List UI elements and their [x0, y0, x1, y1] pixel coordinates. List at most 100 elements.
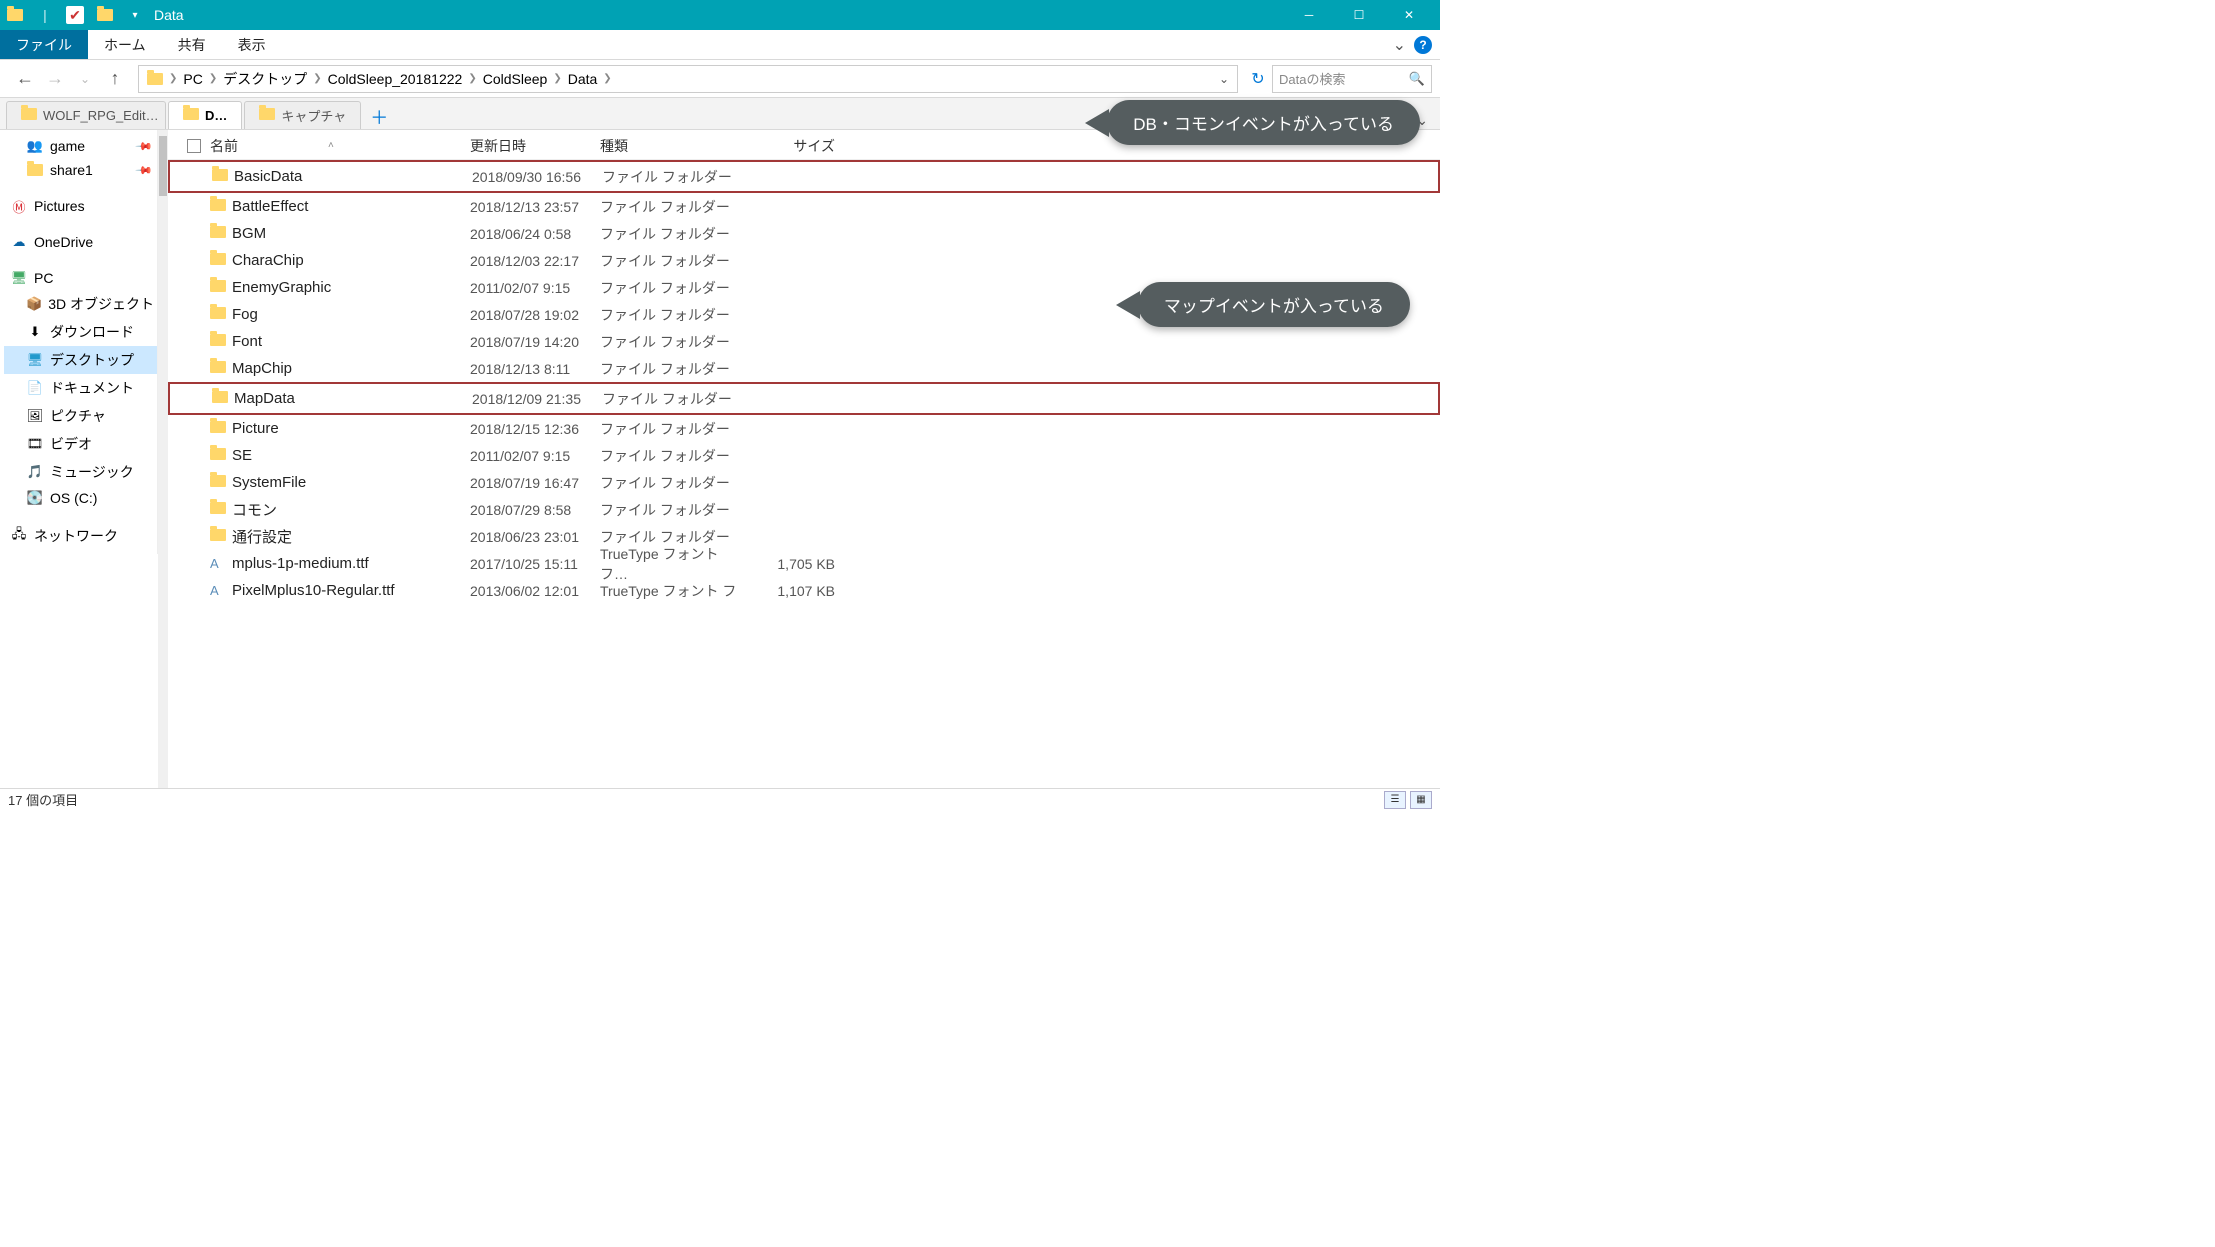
- breadcrumb-item[interactable]: Data: [564, 71, 602, 87]
- column-size[interactable]: サイズ: [750, 136, 845, 156]
- file-name: PixelMplus10-Regular.ttf: [232, 582, 470, 599]
- breadcrumb[interactable]: ❯ PC ❯ デスクトップ ❯ ColdSleep_20181222 ❯ Col…: [138, 65, 1238, 93]
- file-row[interactable]: CharaChip2018/12/03 22:17ファイル フォルダー: [168, 247, 1440, 274]
- maximize-button[interactable]: ☐: [1334, 0, 1384, 30]
- nav-label: ピクチャ: [50, 406, 106, 426]
- nav-item-pictures-lib[interactable]: 🖼 ピクチャ: [4, 402, 157, 430]
- item-count: 17 個の項目: [8, 790, 78, 809]
- font-file-icon: A: [210, 556, 232, 571]
- annotation-callout: マップイベントが入っている: [1138, 282, 1410, 327]
- chevron-right-icon[interactable]: ❯: [311, 73, 323, 84]
- qat-dropdown-icon[interactable]: ▾: [126, 6, 144, 24]
- file-row[interactable]: Amplus-1p-medium.ttf2017/10/25 15:11True…: [168, 550, 1440, 577]
- address-bar: ← → ⌄ ↑ ❯ PC ❯ デスクトップ ❯ ColdSleep_201812…: [0, 60, 1440, 98]
- file-date: 2018/07/19 16:47: [470, 475, 600, 491]
- nav-item-videos[interactable]: 🎞ビデオ: [4, 430, 157, 458]
- minimize-button[interactable]: ─: [1284, 0, 1334, 30]
- pin-icon[interactable]: 📌: [135, 161, 154, 180]
- tab-label: D…: [205, 108, 227, 123]
- file-row[interactable]: SE2011/02/07 9:15ファイル フォルダー: [168, 442, 1440, 469]
- breadcrumb-item[interactable]: ColdSleep: [479, 71, 552, 87]
- file-date: 2018/07/19 14:20: [470, 334, 600, 350]
- tab-home[interactable]: ホーム: [88, 30, 162, 59]
- chevron-right-icon[interactable]: ❯: [466, 73, 478, 84]
- nav-item-onedrive[interactable]: ☁OneDrive: [4, 230, 157, 254]
- refresh-button[interactable]: ↻: [1244, 65, 1272, 93]
- download-icon: ⬇: [26, 324, 44, 340]
- file-row[interactable]: MapData2018/12/09 21:35ファイル フォルダー: [170, 385, 1438, 412]
- up-button[interactable]: ↑: [104, 68, 126, 89]
- file-name: Font: [232, 333, 470, 350]
- pin-icon[interactable]: 📌: [135, 137, 154, 156]
- tab-file[interactable]: ファイル: [0, 30, 88, 59]
- nav-item-network[interactable]: 🖧ネットワーク: [4, 522, 157, 550]
- nav-item-pictures[interactable]: ⓂPictures: [4, 194, 157, 218]
- file-row[interactable]: MapChip2018/12/13 8:11ファイル フォルダー: [168, 355, 1440, 382]
- nav-item-downloads[interactable]: ⬇ダウンロード: [4, 318, 157, 346]
- breadcrumb-item[interactable]: デスクトップ: [219, 69, 311, 89]
- folder-icon: [210, 501, 232, 518]
- column-name[interactable]: 名前˄: [210, 136, 470, 156]
- breadcrumb-item[interactable]: PC: [179, 71, 206, 87]
- search-input[interactable]: Dataの検索 🔍: [1272, 65, 1432, 93]
- close-button[interactable]: ✕: [1384, 0, 1434, 30]
- recent-dropdown-icon[interactable]: ⌄: [74, 72, 96, 86]
- nav-item-3dobjects[interactable]: 📦3D オブジェクト: [4, 290, 157, 318]
- column-date[interactable]: 更新日時: [470, 136, 600, 156]
- details-view-button[interactable]: ☰: [1384, 791, 1406, 809]
- document-tab[interactable]: D…: [168, 101, 242, 129]
- nav-item-game[interactable]: 👥game📌: [4, 134, 157, 158]
- column-type[interactable]: 種類: [600, 136, 750, 156]
- file-row[interactable]: BasicData2018/09/30 16:56ファイル フォルダー: [170, 163, 1438, 190]
- breadcrumb-item[interactable]: ColdSleep_20181222: [324, 71, 467, 87]
- file-row[interactable]: 通行設定2018/06/23 23:01ファイル フォルダー: [168, 523, 1440, 550]
- pictures-icon: 🖼: [26, 408, 44, 424]
- nav-item-share1[interactable]: share1📌: [4, 158, 157, 182]
- file-row[interactable]: Font2018/07/19 14:20ファイル フォルダー: [168, 328, 1440, 355]
- file-row[interactable]: SystemFile2018/07/19 16:47ファイル フォルダー: [168, 469, 1440, 496]
- file-date: 2018/12/09 21:35: [472, 391, 602, 407]
- ribbon-collapse-icon[interactable]: ⌄: [1393, 35, 1406, 55]
- nav-item-os-drive[interactable]: 💽OS (C:): [4, 486, 157, 510]
- file-date: 2018/12/03 22:17: [470, 253, 600, 269]
- folder-icon: [210, 252, 232, 269]
- nav-arrows: ← → ⌄ ↑: [8, 68, 132, 89]
- tab-share[interactable]: 共有: [162, 30, 222, 59]
- chevron-right-icon[interactable]: ❯: [167, 73, 179, 84]
- address-dropdown-icon[interactable]: ⌄: [1219, 72, 1229, 86]
- file-row[interactable]: コモン2018/07/29 8:58ファイル フォルダー: [168, 496, 1440, 523]
- file-date: 2018/09/30 16:56: [472, 169, 602, 185]
- scrollbar-thumb[interactable]: [159, 136, 167, 196]
- select-all-checkbox[interactable]: [178, 139, 210, 153]
- file-name: 通行設定: [232, 526, 470, 547]
- nav-item-music[interactable]: 🎵ミュージック: [4, 458, 157, 486]
- file-name: BattleEffect: [232, 198, 470, 215]
- folder-context-icon[interactable]: [96, 6, 114, 24]
- chevron-right-icon[interactable]: ❯: [551, 73, 563, 84]
- nav-item-desktop[interactable]: 🖥デスクトップ: [4, 346, 157, 374]
- nav-scrollbar[interactable]: [158, 130, 168, 788]
- nav-label: Pictures: [34, 198, 85, 214]
- file-date: 2018/12/13 8:11: [470, 361, 600, 377]
- chevron-right-icon[interactable]: ❯: [207, 73, 219, 84]
- file-row[interactable]: BGM2018/06/24 0:58ファイル フォルダー: [168, 220, 1440, 247]
- file-row[interactable]: APixelMplus10-Regular.ttf2013/06/02 12:0…: [168, 577, 1440, 604]
- forward-button[interactable]: →: [44, 68, 66, 89]
- file-row[interactable]: Picture2018/12/15 12:36ファイル フォルダー: [168, 415, 1440, 442]
- search-icon[interactable]: 🔍: [1409, 71, 1425, 87]
- document-tab[interactable]: WOLF_RPG_Edit…: [6, 101, 166, 129]
- back-button[interactable]: ←: [14, 68, 36, 89]
- file-type: ファイル フォルダー: [600, 500, 750, 520]
- folder-icon: [210, 420, 232, 437]
- properties-icon[interactable]: ✔: [66, 6, 84, 24]
- tab-view[interactable]: 表示: [222, 30, 282, 59]
- file-row[interactable]: BattleEffect2018/12/13 23:57ファイル フォルダー: [168, 193, 1440, 220]
- thumbnails-view-button[interactable]: ▦: [1410, 791, 1432, 809]
- help-icon[interactable]: ?: [1414, 36, 1432, 54]
- nav-item-pc[interactable]: 🖥PC: [4, 266, 157, 290]
- add-tab-button[interactable]: ＋: [367, 105, 391, 129]
- nav-item-documents[interactable]: 📄ドキュメント: [4, 374, 157, 402]
- document-tab[interactable]: キャプチャ: [244, 101, 361, 129]
- file-name: BasicData: [234, 168, 472, 185]
- chevron-right-icon[interactable]: ❯: [601, 73, 613, 84]
